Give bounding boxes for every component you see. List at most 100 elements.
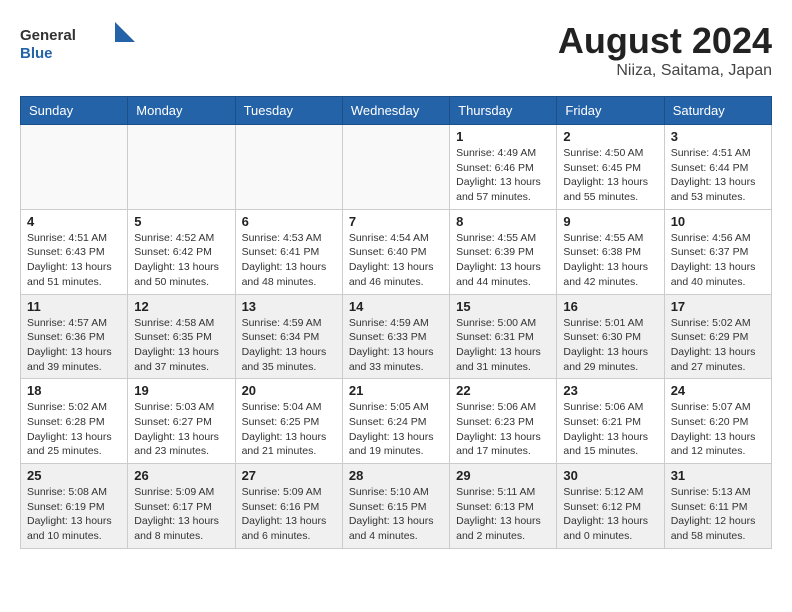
day-number: 1 [456, 129, 550, 144]
day-info: Sunrise: 4:52 AM Sunset: 6:42 PM Dayligh… [134, 231, 228, 290]
day-number: 13 [242, 299, 336, 314]
calendar-cell: 31 Sunrise: 5:13 AM Sunset: 6:11 PM Dayli… [664, 464, 771, 549]
day-number: 27 [242, 468, 336, 483]
day-number: 2 [563, 129, 657, 144]
day-info: Sunrise: 5:11 AM Sunset: 6:13 PM Dayligh… [456, 485, 550, 544]
weekday-tuesday: Tuesday [235, 97, 342, 125]
page-header: General Blue August 2024 Niiza, Saitama,… [20, 20, 772, 80]
calendar-cell: 7 Sunrise: 4:54 AM Sunset: 6:40 PM Daylig… [342, 209, 449, 294]
day-number: 19 [134, 383, 228, 398]
day-info: Sunrise: 5:08 AM Sunset: 6:19 PM Dayligh… [27, 485, 121, 544]
calendar-week-4: 25 Sunrise: 5:08 AM Sunset: 6:19 PM Dayli… [21, 464, 772, 549]
calendar-cell: 5 Sunrise: 4:52 AM Sunset: 6:42 PM Daylig… [128, 209, 235, 294]
calendar-cell: 26 Sunrise: 5:09 AM Sunset: 6:17 PM Dayli… [128, 464, 235, 549]
day-info: Sunrise: 5:02 AM Sunset: 6:29 PM Dayligh… [671, 316, 765, 375]
day-info: Sunrise: 4:54 AM Sunset: 6:40 PM Dayligh… [349, 231, 443, 290]
calendar-cell: 29 Sunrise: 5:11 AM Sunset: 6:13 PM Dayli… [450, 464, 557, 549]
day-number: 4 [27, 214, 121, 229]
calendar-cell: 28 Sunrise: 5:10 AM Sunset: 6:15 PM Dayli… [342, 464, 449, 549]
calendar-cell: 11Sunrise: 4:57 AM Sunset: 6:36 PM Dayli… [21, 294, 128, 379]
day-info: Sunrise: 4:59 AM Sunset: 6:34 PM Dayligh… [242, 316, 336, 375]
day-number: 22 [456, 383, 550, 398]
day-number: 6 [242, 214, 336, 229]
day-info: Sunrise: 4:59 AM Sunset: 6:33 PM Dayligh… [349, 316, 443, 375]
logo-svg: General Blue [20, 20, 140, 65]
day-number: 30 [563, 468, 657, 483]
calendar-cell: 25 Sunrise: 5:08 AM Sunset: 6:19 PM Dayli… [21, 464, 128, 549]
calendar-cell: 22Sunrise: 5:06 AM Sunset: 6:23 PM Dayli… [450, 379, 557, 464]
calendar-week-0: 1 Sunrise: 4:49 AM Sunset: 6:46 PM Daylig… [21, 125, 772, 210]
day-number: 26 [134, 468, 228, 483]
day-number: 23 [563, 383, 657, 398]
day-number: 7 [349, 214, 443, 229]
day-info: Sunrise: 5:10 AM Sunset: 6:15 PM Dayligh… [349, 485, 443, 544]
calendar-cell: 16 Sunrise: 5:01 AM Sunset: 6:30 PM Dayli… [557, 294, 664, 379]
calendar-cell: 14 Sunrise: 4:59 AM Sunset: 6:33 PM Dayli… [342, 294, 449, 379]
day-info: Sunrise: 5:03 AM Sunset: 6:27 PM Dayligh… [134, 400, 228, 459]
day-number: 14 [349, 299, 443, 314]
weekday-monday: Monday [128, 97, 235, 125]
day-number: 28 [349, 468, 443, 483]
calendar-week-1: 4Sunrise: 4:51 AM Sunset: 6:43 PM Daylig… [21, 209, 772, 294]
day-number: 24 [671, 383, 765, 398]
calendar-cell [342, 125, 449, 210]
weekday-sunday: Sunday [21, 97, 128, 125]
calendar-cell: 12Sunrise: 4:58 AM Sunset: 6:35 PM Dayli… [128, 294, 235, 379]
svg-text:Blue: Blue [20, 45, 53, 62]
title-block: August 2024 Niiza, Saitama, Japan [558, 20, 772, 80]
calendar-cell: 9Sunrise: 4:55 AM Sunset: 6:38 PM Daylig… [557, 209, 664, 294]
day-number: 8 [456, 214, 550, 229]
calendar-cell: 2Sunrise: 4:50 AM Sunset: 6:45 PM Daylig… [557, 125, 664, 210]
day-number: 20 [242, 383, 336, 398]
day-number: 12 [134, 299, 228, 314]
day-info: Sunrise: 5:12 AM Sunset: 6:12 PM Dayligh… [563, 485, 657, 544]
day-number: 15 [456, 299, 550, 314]
day-info: Sunrise: 5:06 AM Sunset: 6:21 PM Dayligh… [563, 400, 657, 459]
weekday-thursday: Thursday [450, 97, 557, 125]
day-number: 25 [27, 468, 121, 483]
calendar-cell: 3Sunrise: 4:51 AM Sunset: 6:44 PM Daylig… [664, 125, 771, 210]
day-number: 16 [563, 299, 657, 314]
day-number: 18 [27, 383, 121, 398]
weekday-friday: Friday [557, 97, 664, 125]
calendar-cell: 23 Sunrise: 5:06 AM Sunset: 6:21 PM Dayli… [557, 379, 664, 464]
day-info: Sunrise: 5:01 AM Sunset: 6:30 PM Dayligh… [563, 316, 657, 375]
day-number: 21 [349, 383, 443, 398]
day-info: Sunrise: 4:53 AM Sunset: 6:41 PM Dayligh… [242, 231, 336, 290]
day-number: 29 [456, 468, 550, 483]
day-info: Sunrise: 5:09 AM Sunset: 6:16 PM Dayligh… [242, 485, 336, 544]
month-year: August 2024 [558, 20, 772, 62]
calendar-cell: 6 Sunrise: 4:53 AM Sunset: 6:41 PM Daylig… [235, 209, 342, 294]
calendar-cell: 17 Sunrise: 5:02 AM Sunset: 6:29 PM Dayli… [664, 294, 771, 379]
calendar-cell: 24 Sunrise: 5:07 AM Sunset: 6:20 PM Dayli… [664, 379, 771, 464]
calendar-week-3: 18 Sunrise: 5:02 AM Sunset: 6:28 PM Dayli… [21, 379, 772, 464]
day-info: Sunrise: 4:56 AM Sunset: 6:37 PM Dayligh… [671, 231, 765, 290]
calendar-cell: 19 Sunrise: 5:03 AM Sunset: 6:27 PM Dayli… [128, 379, 235, 464]
calendar-cell: 15 Sunrise: 5:00 AM Sunset: 6:31 PM Dayli… [450, 294, 557, 379]
logo: General Blue [20, 20, 140, 65]
calendar-cell: 1 Sunrise: 4:49 AM Sunset: 6:46 PM Daylig… [450, 125, 557, 210]
calendar-cell: 8 Sunrise: 4:55 AM Sunset: 6:39 PM Daylig… [450, 209, 557, 294]
day-info: Sunrise: 5:00 AM Sunset: 6:31 PM Dayligh… [456, 316, 550, 375]
day-number: 31 [671, 468, 765, 483]
calendar-cell: 20Sunrise: 5:04 AM Sunset: 6:25 PM Dayli… [235, 379, 342, 464]
weekday-header-row: SundayMondayTuesdayWednesdayThursdayFrid… [21, 97, 772, 125]
day-info: Sunrise: 4:51 AM Sunset: 6:44 PM Dayligh… [671, 146, 765, 205]
calendar-cell [235, 125, 342, 210]
day-info: Sunrise: 5:13 AM Sunset: 6:11 PM Dayligh… [671, 485, 765, 544]
location: Niiza, Saitama, Japan [558, 62, 772, 80]
day-number: 9 [563, 214, 657, 229]
day-number: 5 [134, 214, 228, 229]
day-number: 17 [671, 299, 765, 314]
svg-text:General: General [20, 27, 76, 44]
day-info: Sunrise: 4:49 AM Sunset: 6:46 PM Dayligh… [456, 146, 550, 205]
calendar-cell: 13 Sunrise: 4:59 AM Sunset: 6:34 PM Dayli… [235, 294, 342, 379]
calendar-week-2: 11Sunrise: 4:57 AM Sunset: 6:36 PM Dayli… [21, 294, 772, 379]
day-info: Sunrise: 5:07 AM Sunset: 6:20 PM Dayligh… [671, 400, 765, 459]
day-info: Sunrise: 4:55 AM Sunset: 6:39 PM Dayligh… [456, 231, 550, 290]
day-info: Sunrise: 5:09 AM Sunset: 6:17 PM Dayligh… [134, 485, 228, 544]
day-info: Sunrise: 5:05 AM Sunset: 6:24 PM Dayligh… [349, 400, 443, 459]
calendar-table: SundayMondayTuesdayWednesdayThursdayFrid… [20, 96, 772, 549]
calendar-cell: 10Sunrise: 4:56 AM Sunset: 6:37 PM Dayli… [664, 209, 771, 294]
day-info: Sunrise: 5:02 AM Sunset: 6:28 PM Dayligh… [27, 400, 121, 459]
